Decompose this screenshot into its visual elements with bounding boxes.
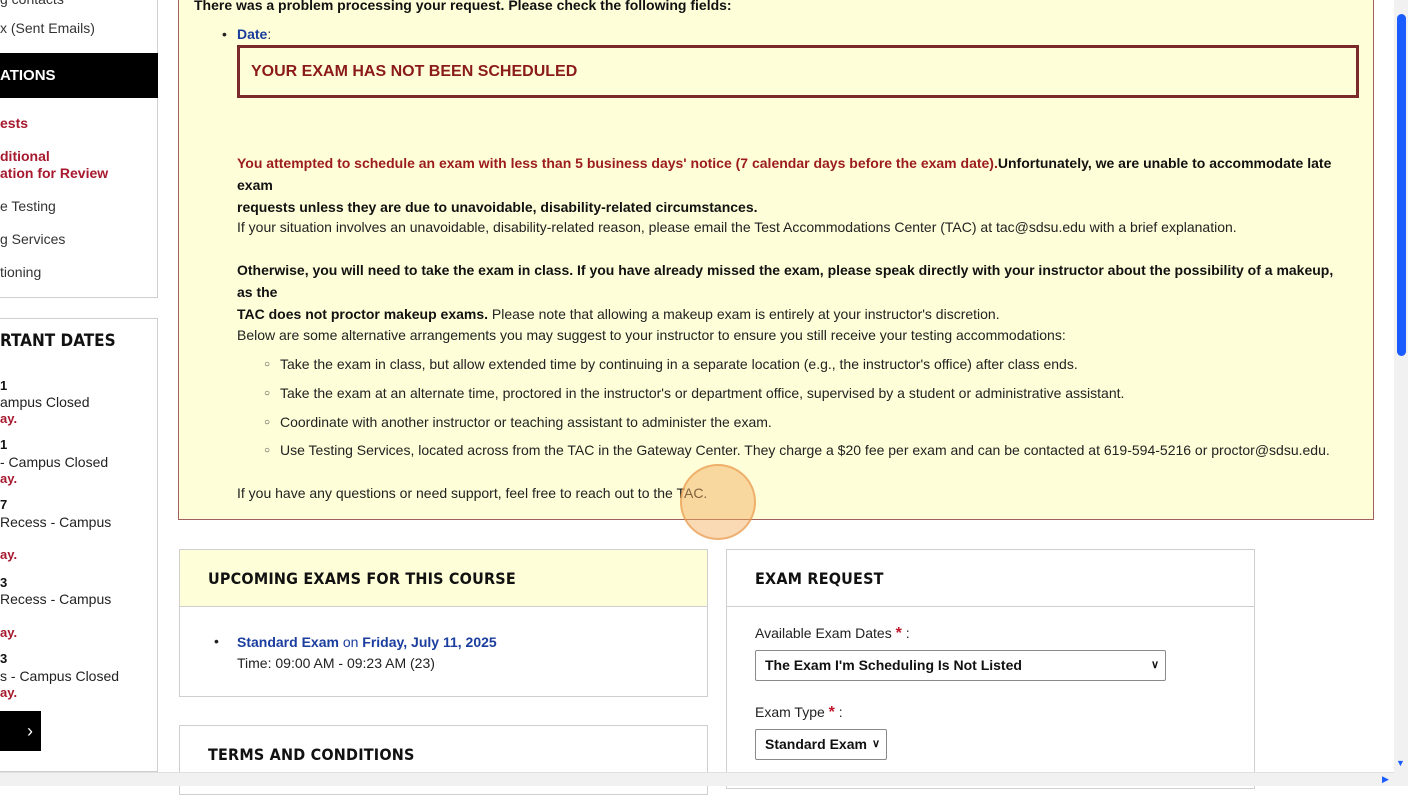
date-number: 3 <box>0 575 8 590</box>
sidebar-item-sent-emails[interactable]: x (Sent Emails) <box>0 20 95 36</box>
horizontal-scrollbar[interactable] <box>0 772 1394 786</box>
exam-time: Time: 09:00 AM - 09:23 AM (23) <box>237 655 435 671</box>
bullet-icon: • <box>222 26 227 42</box>
bullet-icon: • <box>214 633 219 649</box>
otherwise-paragraph: Otherwise, you will need to take the exa… <box>237 259 1347 325</box>
date-number: 1 <box>0 378 8 393</box>
date-text: Recess - Campus <box>0 591 112 607</box>
alternative-item: Coordinate with another instructor or te… <box>280 414 772 430</box>
cursor-highlight <box>680 464 756 540</box>
late-notice-red: You attempted to schedule an exam with l… <box>237 155 998 171</box>
discretion-note: Please note that allowing a makeup exam … <box>488 306 1000 322</box>
date-number: 1 <box>0 437 8 452</box>
exam-request-card: EXAM REQUEST Available Exam Dates * : Th… <box>726 549 1255 789</box>
chevron-down-icon: ∨ <box>871 738 880 750</box>
date-field-link[interactable]: Date: <box>237 26 271 42</box>
date-text: - Campus Closed <box>0 454 109 470</box>
circle-bullet-icon: ○ <box>264 445 271 456</box>
exam-dates-select[interactable]: The Exam I'm Scheduling Is Not Listed ∨ <box>755 650 1166 681</box>
sidebar-item-documentation-review[interactable]: ation for Review <box>0 165 108 181</box>
exam-date-link[interactable]: Friday, July 11, 2025 <box>362 634 496 650</box>
sidebar-item-additional[interactable]: ditional <box>0 148 50 164</box>
not-scheduled-banner: YOUR EXAM HAS NOT BEEN SCHEDULED <box>237 45 1359 98</box>
upcoming-exams-header: UPCOMING EXAMS FOR THIS COURSE <box>180 550 707 607</box>
date-number: 3 <box>0 651 8 666</box>
late-notice-bold-2: requests unless they are due to unavoida… <box>237 199 758 215</box>
exam-type-label: Exam Type * : <box>755 704 843 721</box>
not-scheduled-text: YOUR EXAM HAS NOT BEEN SCHEDULED <box>251 63 578 80</box>
alternative-item: Take the exam at an alternate time, proc… <box>280 385 1125 401</box>
important-dates-box <box>0 318 158 772</box>
scroll-down-arrow-icon[interactable]: ▼ <box>1396 758 1405 768</box>
exam-name-link[interactable]: Standard Exam <box>237 634 339 650</box>
sidebar-item-partial[interactable]: g contacts <box>0 0 64 7</box>
scroll-right-arrow-icon[interactable]: ▶ <box>1382 774 1389 785</box>
chevron-right-icon: › <box>27 721 33 741</box>
sidebar-item-requests[interactable]: ests <box>0 115 28 131</box>
circle-bullet-icon: ○ <box>264 359 271 370</box>
circle-bullet-icon: ○ <box>264 388 271 399</box>
upcoming-exam-entry: Standard Exam on Friday, July 11, 2025 <box>237 634 497 650</box>
closing-paragraph: If you have any questions or need suppor… <box>237 485 708 501</box>
upcoming-exams-title: UPCOMING EXAMS FOR THIS COURSE <box>208 569 516 588</box>
date-note: ay. <box>0 685 18 700</box>
circle-bullet-icon: ○ <box>264 417 271 428</box>
date-number: 7 <box>0 497 8 512</box>
dates-next-button[interactable]: › <box>0 711 41 751</box>
exam-dates-label: Available Exam Dates * : <box>755 625 910 642</box>
sidebar: g contacts x (Sent Emails) ATIONS ests d… <box>0 0 160 786</box>
otherwise-bold: Otherwise, you will need to take the exa… <box>237 262 1334 300</box>
late-notice-paragraph: You attempted to schedule an exam with l… <box>237 152 1347 218</box>
sidebar-item-services[interactable]: g Services <box>0 231 65 247</box>
important-dates-title: RTANT DATES <box>0 331 116 351</box>
date-text: Recess - Campus <box>0 514 112 530</box>
chevron-down-icon: ∨ <box>1150 659 1159 671</box>
exam-request-title: EXAM REQUEST <box>755 569 884 588</box>
sidebar-section-header: ATIONS <box>0 53 158 98</box>
sidebar-item-captioning[interactable]: tioning <box>0 264 41 280</box>
alternatives-intro: Below are some alternative arrangements … <box>237 327 1066 343</box>
vertical-scrollbar-thumb[interactable] <box>1397 14 1406 356</box>
date-text: s - Campus Closed <box>0 668 120 684</box>
error-intro: There was a problem processing your requ… <box>194 0 732 13</box>
alternative-item: Use Testing Services, located across fro… <box>280 442 1330 458</box>
date-note: ay. <box>0 471 18 486</box>
date-note: ay. <box>0 547 18 562</box>
sidebar-item-testing[interactable]: e Testing <box>0 198 56 214</box>
upcoming-exams-card: UPCOMING EXAMS FOR THIS COURSE • Standar… <box>179 549 708 697</box>
date-note: ay. <box>0 625 18 640</box>
exam-type-select[interactable]: Standard Exam ∨ <box>755 729 887 760</box>
alternative-item: Take the exam in class, but allow extend… <box>280 356 1078 372</box>
date-text: ampus Closed <box>0 394 90 410</box>
disability-paragraph: If your situation involves an unavoidabl… <box>237 219 1237 235</box>
date-note: ay. <box>0 411 18 426</box>
exam-request-header: EXAM REQUEST <box>727 550 1254 607</box>
tac-no-makeup: TAC does not proctor makeup exams. <box>237 306 489 322</box>
terms-title: TERMS AND CONDITIONS <box>208 745 415 764</box>
